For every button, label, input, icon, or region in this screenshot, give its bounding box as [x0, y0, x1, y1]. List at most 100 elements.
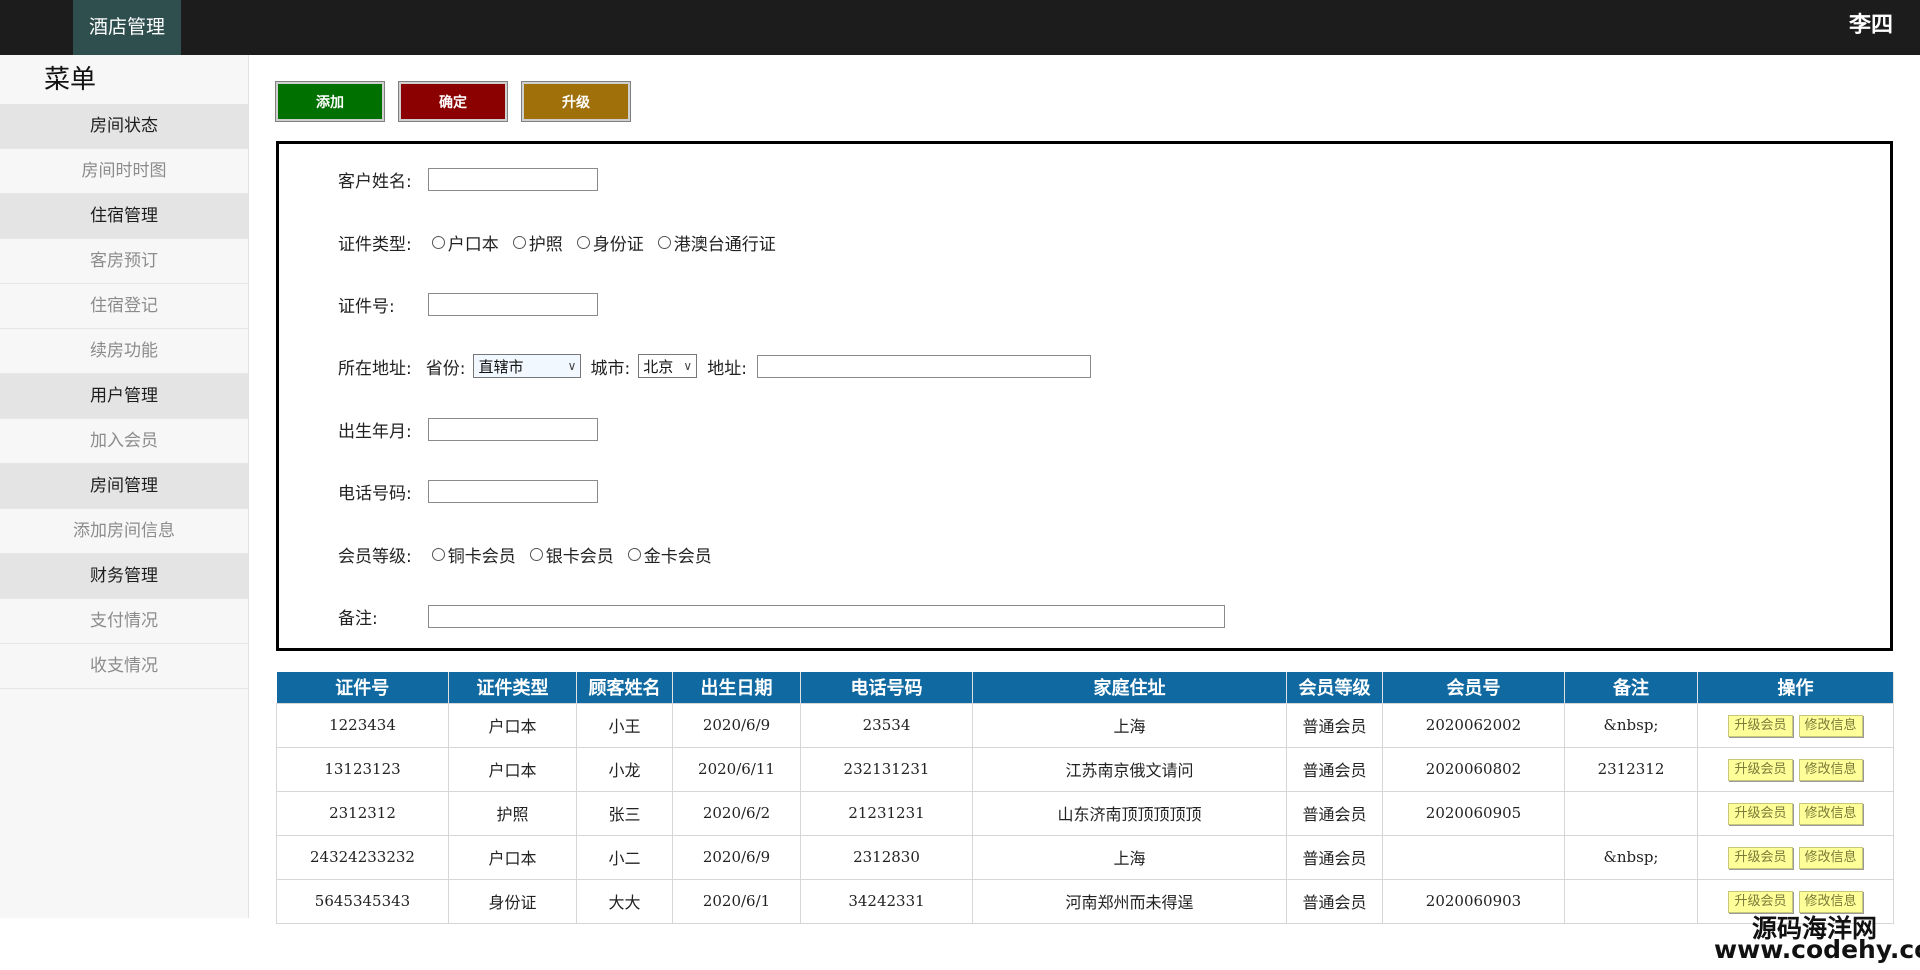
sidebar-item-payment[interactable]: 支付情况 — [0, 599, 248, 644]
col-header-member-no: 会员号 — [1382, 672, 1565, 703]
col-header-note: 备注 — [1564, 672, 1698, 703]
idtype-radio-passport[interactable]: 护照 — [512, 230, 563, 255]
cell-actions: 升级会员 修改信息 — [1697, 746, 1894, 792]
idtype-radio-hukou[interactable]: 户口本 — [431, 230, 499, 255]
edit-info-button[interactable]: 修改信息 — [1798, 846, 1863, 869]
table-row: 13123123 户口本 小龙 2020/6/11 232131231 江苏南京… — [276, 746, 1894, 792]
birth-row: 出生年月: — [338, 416, 412, 442]
idtype-radio-idcard[interactable]: 身份证 — [576, 230, 644, 255]
sidebar-item-check-in[interactable]: 住宿登记 — [0, 284, 248, 329]
province-select[interactable]: 直辖市 ∨ — [473, 354, 582, 378]
upgrade-member-button[interactable]: 升级会员 — [1728, 802, 1793, 825]
radio-label: 铜卡会员 — [447, 546, 516, 567]
province-label: 省份: — [425, 358, 466, 379]
idno-row: 证件号: — [338, 291, 395, 317]
radio-label: 身份证 — [592, 234, 644, 255]
cell-birthdate: 2020/6/1 — [672, 878, 801, 924]
cell-member-no — [1382, 834, 1565, 880]
radio-label: 金卡会员 — [643, 546, 712, 567]
sidebar-item-income-expense[interactable]: 收支情况 — [0, 644, 248, 689]
radio-label: 银卡会员 — [545, 546, 614, 567]
phone-row: 电话号码: — [338, 478, 412, 504]
level-radio-bronze[interactable]: 铜卡会员 — [431, 542, 516, 567]
phone-label: 电话号码: — [338, 483, 412, 504]
cell-birthdate: 2020/6/11 — [672, 746, 801, 792]
level-label: 会员等级: — [338, 546, 412, 567]
level-radio-gold[interactable]: 金卡会员 — [627, 542, 712, 567]
sidebar-group-lodging[interactable]: 住宿管理 — [0, 194, 248, 239]
upgrade-button[interactable]: 升级 — [521, 81, 631, 122]
edit-info-button[interactable]: 修改信息 — [1798, 758, 1863, 781]
edit-info-button[interactable]: 修改信息 — [1798, 802, 1863, 825]
watermark-url: www.codehy.com — [1714, 935, 1920, 964]
idno-label: 证件号: — [338, 296, 395, 317]
radio-circle-icon — [529, 547, 543, 561]
customer-form: 客户姓名: 证件类型: 户口本 护照 身份证 港澳台通行证 证件号: 所在地址:… — [276, 141, 1893, 651]
cell-customer-name: 小龙 — [576, 746, 673, 792]
upgrade-member-button[interactable]: 升级会员 — [1728, 758, 1793, 781]
confirm-button[interactable]: 确定 — [398, 81, 508, 122]
idtype-radio-hkmt-pass[interactable]: 港澳台通行证 — [657, 230, 776, 255]
radio-label: 港澳台通行证 — [673, 234, 776, 255]
level-radio-silver[interactable]: 银卡会员 — [529, 542, 614, 567]
province-value: 直辖市 — [478, 357, 524, 376]
sidebar-group-finance[interactable]: 财务管理 — [0, 554, 248, 599]
cell-address: 上海 — [972, 702, 1287, 748]
cell-member-no: 2020062002 — [1382, 702, 1565, 748]
cell-actions: 升级会员 修改信息 — [1697, 702, 1894, 748]
col-header-customer-name: 顾客姓名 — [576, 672, 673, 703]
sidebar-item-add-room[interactable]: 添加房间信息 — [0, 509, 248, 554]
edit-info-button[interactable]: 修改信息 — [1798, 714, 1863, 737]
name-row: 客户姓名: — [338, 166, 412, 192]
note-row: 备注: — [338, 603, 378, 629]
level-row: 会员等级: 铜卡会员 银卡会员 金卡会员 — [338, 541, 726, 567]
table-row: 1223434 户口本 小王 2020/6/9 23534 上海 普通会员 20… — [276, 702, 1894, 748]
city-value: 北京 — [643, 357, 674, 376]
address-label: 所在地址: — [338, 358, 412, 379]
phone-input[interactable] — [428, 480, 598, 503]
address-input[interactable] — [756, 354, 1091, 378]
cell-id-type: 户口本 — [448, 834, 577, 880]
col-header-id-number: 证件号 — [276, 672, 449, 703]
note-input[interactable] — [428, 605, 1225, 628]
upgrade-member-button[interactable]: 升级会员 — [1728, 846, 1793, 869]
cell-member-level: 普通会员 — [1286, 790, 1383, 836]
city-select[interactable]: 北京 ∨ — [638, 354, 698, 378]
chevron-down-icon: ∨ — [683, 359, 693, 373]
sidebar-item-join-member[interactable]: 加入会员 — [0, 419, 248, 464]
cell-id-number: 24324233232 — [276, 834, 449, 880]
cell-birthdate: 2020/6/2 — [672, 790, 801, 836]
cell-id-number: 5645345343 — [276, 878, 449, 924]
sidebar-group-room[interactable]: 房间管理 — [0, 464, 248, 509]
col-header-phone: 电话号码 — [800, 672, 973, 703]
cell-customer-name: 小王 — [576, 702, 673, 748]
current-user[interactable]: 李四 — [1849, 0, 1893, 55]
sidebar-group-user[interactable]: 用户管理 — [0, 374, 248, 419]
menu-title: 菜单 — [44, 65, 97, 95]
upgrade-member-button[interactable]: 升级会员 — [1728, 714, 1793, 737]
sidebar-group-room-status[interactable]: 房间状态 — [0, 104, 248, 149]
col-header-actions: 操作 — [1697, 672, 1894, 703]
city-label: 城市: — [590, 358, 631, 379]
cell-customer-name: 小二 — [576, 834, 673, 880]
cell-id-number: 2312312 — [276, 790, 449, 836]
id-number-input[interactable] — [428, 293, 598, 316]
app-brand[interactable]: 酒店管理 — [73, 0, 181, 55]
cell-address: 江苏南京俄文请问 — [972, 746, 1287, 792]
cell-member-no: 2020060903 — [1382, 878, 1565, 924]
sidebar-item-room-booking[interactable]: 客房预订 — [0, 239, 248, 284]
customer-table: 证件号 证件类型 顾客姓名 出生日期 电话号码 家庭住址 会员等级 会员号 备注… — [276, 672, 1894, 924]
sidebar-item-extend-stay[interactable]: 续房功能 — [0, 329, 248, 374]
birthdate-input[interactable] — [428, 418, 598, 441]
cell-address: 山东济南顶顶顶顶顶 — [972, 790, 1287, 836]
radio-label: 户口本 — [447, 234, 499, 255]
cell-id-number: 1223434 — [276, 702, 449, 748]
radio-circle-icon — [627, 547, 641, 561]
cell-member-no: 2020060905 — [1382, 790, 1565, 836]
add-button[interactable]: 添加 — [275, 81, 385, 122]
sidebar-item-room-realtime-map[interactable]: 房间时时图 — [0, 149, 248, 194]
sidebar: 菜单 房间状态 房间时时图 住宿管理 客房预订 住宿登记 续房功能 用户管理 加… — [0, 55, 249, 918]
customer-name-input[interactable] — [428, 168, 598, 191]
cell-note: &nbsp; — [1564, 834, 1698, 880]
cell-note: 2312312 — [1564, 746, 1698, 792]
